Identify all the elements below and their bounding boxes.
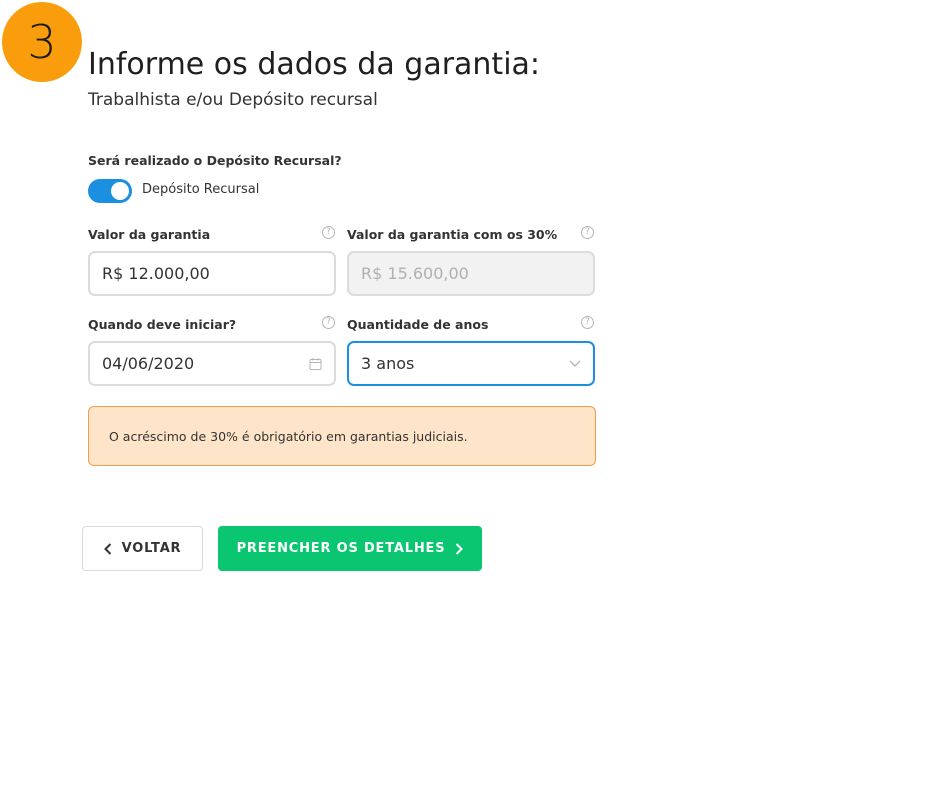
deposit-question-label: Será realizado o Depósito Recursal? xyxy=(88,153,342,168)
chevron-left-icon xyxy=(103,542,112,555)
guarantee-value-30-label: Valor da garantia com os 30% xyxy=(347,227,558,242)
fill-details-button-label: PREENCHER OS DETALHES xyxy=(236,541,446,556)
deposit-toggle[interactable] xyxy=(88,179,132,203)
back-button[interactable]: VOLTAR xyxy=(82,526,203,571)
toggle-knob xyxy=(111,182,129,200)
info-alert: O acréscimo de 30% é obrigatório em gara… xyxy=(88,406,596,466)
chevron-right-icon xyxy=(455,542,464,555)
page-subtitle: Trabalhista e/ou Depósito recursal xyxy=(88,90,378,110)
help-icon[interactable]: ? xyxy=(322,316,335,329)
calendar-icon[interactable] xyxy=(309,357,322,370)
fill-details-button[interactable]: PREENCHER OS DETALHES xyxy=(218,526,482,571)
guarantee-value-input[interactable]: R$ 12.000,00 xyxy=(88,251,336,296)
start-date-label: Quando deve iniciar? xyxy=(88,317,237,332)
guarantee-value-30-text: R$ 15.600,00 xyxy=(361,264,469,283)
help-icon[interactable]: ? xyxy=(322,226,335,239)
years-select-value: 3 anos xyxy=(361,354,415,373)
years-label: Quantidade de anos xyxy=(347,317,489,332)
page-title: Informe os dados da garantia: xyxy=(88,47,541,82)
guarantee-value-label: Valor da garantia xyxy=(88,227,211,242)
guarantee-form-page: 3 Informe os dados da garantia: Trabalhi… xyxy=(0,0,949,794)
start-date-input[interactable]: 04/06/2020 xyxy=(88,341,336,386)
guarantee-value-30-input: R$ 15.600,00 xyxy=(347,251,595,296)
start-date-text: 04/06/2020 xyxy=(102,354,195,373)
back-button-label: VOLTAR xyxy=(121,541,182,556)
guarantee-value-text: R$ 12.000,00 xyxy=(102,264,210,283)
alert-text: O acréscimo de 30% é obrigatório em gara… xyxy=(109,428,468,444)
help-icon[interactable]: ? xyxy=(581,316,594,329)
step-badge: 3 xyxy=(2,2,82,82)
years-select[interactable]: 3 anos xyxy=(347,341,595,386)
help-icon[interactable]: ? xyxy=(581,226,594,239)
chevron-down-icon xyxy=(569,360,581,368)
deposit-toggle-label: Depósito Recursal xyxy=(142,182,260,197)
step-number: 3 xyxy=(27,15,57,69)
